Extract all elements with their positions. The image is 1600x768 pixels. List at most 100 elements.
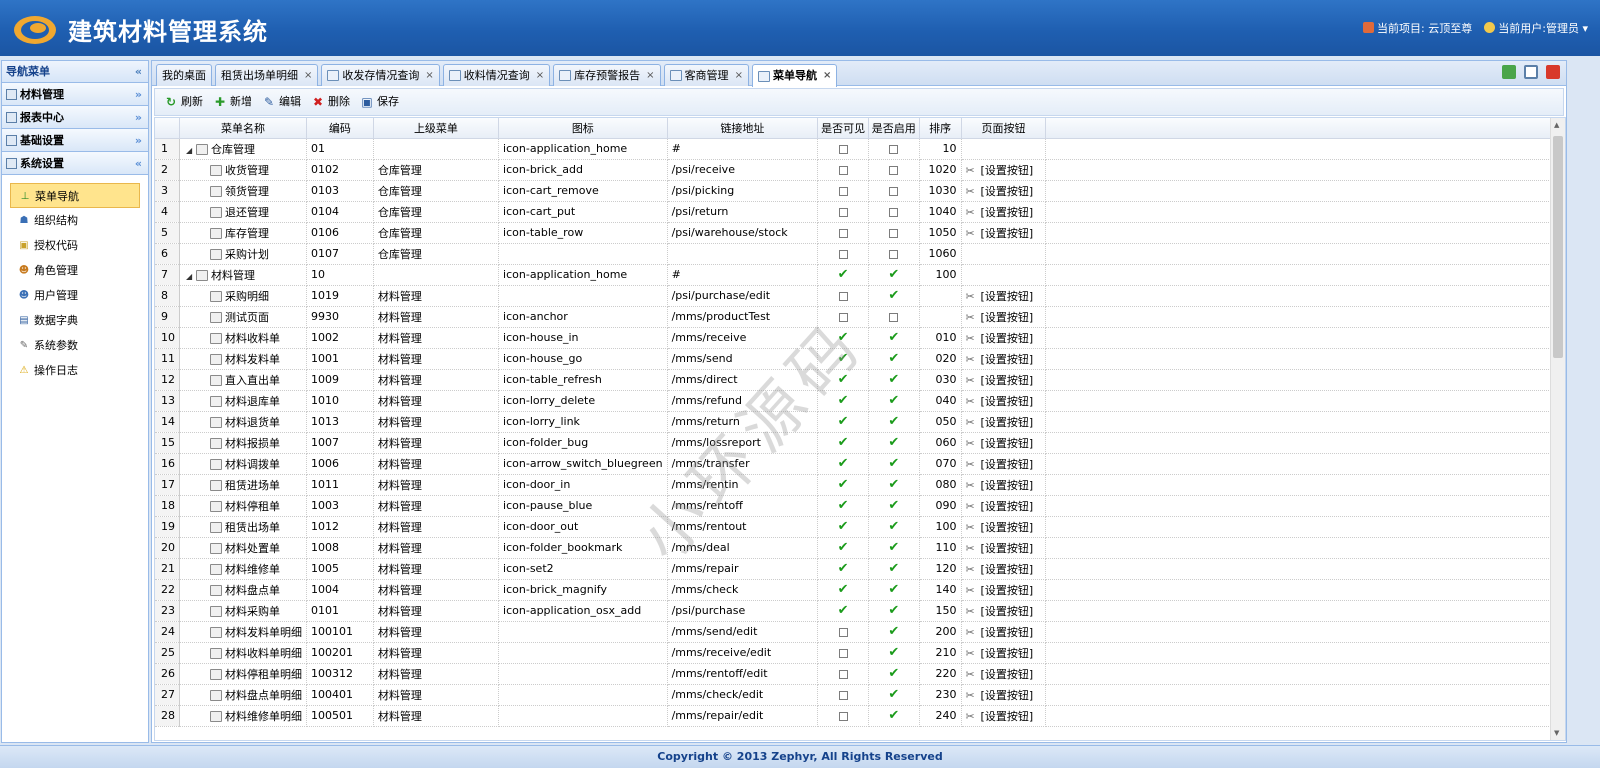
table-row[interactable]: 28 材料维修单明细 100501 材料管理/mms/repair/edit ✔ 240 ✂… — [155, 705, 1565, 727]
column-header[interactable]: 是否启用 — [868, 118, 920, 139]
visible-cell[interactable]: ✔ — [817, 390, 869, 412]
table-row[interactable]: 22 材料盘点单 1004 材料管理 icon-brick_magnify/mms/ch… — [155, 579, 1565, 601]
table-row[interactable]: 16 材料调拨单 1006 材料管理 icon-arrow_switch_bluegre… — [155, 453, 1565, 475]
column-header[interactable]: 图标 — [498, 118, 668, 139]
column-header[interactable]: 编码 — [306, 118, 374, 139]
visible-cell[interactable] — [817, 222, 869, 244]
enabled-cell[interactable] — [868, 222, 920, 244]
visible-cell[interactable]: ✔ — [817, 453, 869, 475]
visible-cell[interactable] — [817, 285, 869, 307]
sidebar-item[interactable]: ☻ 用户管理 — [10, 283, 140, 308]
table-row[interactable]: 8 采购明细 1019 材料管理/psi/purchase/edit ✔ ✂ [设置按钮] — [155, 285, 1565, 307]
visible-cell[interactable] — [817, 243, 869, 265]
table-row[interactable]: 14 材料退货单 1013 材料管理 icon-lorry_link/mms/retur… — [155, 411, 1565, 433]
table-row[interactable]: 10 材料收料单 1002 材料管理 icon-house_in/mms/receive… — [155, 327, 1565, 349]
visible-cell[interactable]: ✔ — [817, 579, 869, 601]
set-buttons-link[interactable]: ✂ [设置按钮] — [966, 416, 1034, 429]
scroll-up-icon[interactable]: ▲ — [1554, 121, 1559, 129]
tab[interactable]: 库存预警报告 × — [553, 64, 661, 86]
enabled-cell[interactable]: ✔ — [868, 558, 920, 580]
table-row[interactable]: 7 ◢ 材料管理 10 icon-application_home # ✔ ✔ 100 — [155, 264, 1565, 286]
sidebar-item[interactable]: ▤ 数据字典 — [10, 308, 140, 333]
enabled-cell[interactable]: ✔ — [868, 285, 920, 307]
enabled-cell[interactable] — [868, 243, 920, 265]
tree-expand-icon[interactable]: ◢ — [186, 146, 194, 155]
accordion-section[interactable]: 报表中心 » — [2, 106, 148, 129]
visible-cell[interactable] — [817, 642, 869, 664]
table-row[interactable]: 18 材料停租单 1003 材料管理 icon-pause_blue/mms/rento… — [155, 495, 1565, 517]
toolbar-button[interactable]: ✎ 编辑 — [259, 89, 304, 115]
column-header[interactable]: 菜单名称 — [179, 118, 307, 139]
set-buttons-link[interactable]: ✂ [设置按钮] — [966, 710, 1034, 723]
close-tab-icon[interactable]: × — [425, 66, 433, 86]
enabled-cell[interactable]: ✔ — [868, 621, 920, 643]
visible-cell[interactable] — [817, 306, 869, 328]
table-row[interactable]: 23 材料采购单 0101 材料管理 icon-application_osx_add /… — [155, 600, 1565, 622]
enabled-cell[interactable]: ✔ — [868, 432, 920, 454]
enabled-cell[interactable]: ✔ — [868, 537, 920, 559]
enabled-cell[interactable]: ✔ — [868, 474, 920, 496]
sidebar-item[interactable]: ☗ 组织结构 — [10, 208, 140, 233]
enabled-cell[interactable]: ✔ — [868, 600, 920, 622]
table-row[interactable]: 5 库存管理 0106 仓库管理 icon-table_row/psi/warehous… — [155, 222, 1565, 244]
sidebar-item[interactable]: ✎ 系统参数 — [10, 333, 140, 358]
visible-cell[interactable]: ✔ — [817, 327, 869, 349]
column-header[interactable]: 上级菜单 — [373, 118, 500, 139]
sidebar-item[interactable]: ▣ 授权代码 — [10, 233, 140, 258]
refresh-tab-icon[interactable] — [1502, 65, 1516, 79]
accordion-section[interactable]: 材料管理 » — [2, 83, 148, 106]
table-row[interactable]: 17 租赁进场单 1011 材料管理 icon-door_in/mms/rentin ✔ ✔… — [155, 474, 1565, 496]
set-buttons-link[interactable]: ✂ [设置按钮] — [966, 353, 1034, 366]
visible-cell[interactable] — [817, 159, 869, 181]
expand-icon[interactable]: » — [135, 106, 142, 129]
accordion-section[interactable]: 基础设置 » — [2, 129, 148, 152]
set-buttons-link[interactable]: ✂ [设置按钮] — [966, 185, 1034, 198]
enabled-cell[interactable]: ✔ — [868, 369, 920, 391]
table-row[interactable]: 4 退还管理 0104 仓库管理 icon-cart_put/psi/return 104… — [155, 201, 1565, 223]
enabled-cell[interactable] — [868, 138, 920, 160]
table-row[interactable]: 11 材料发料单 1001 材料管理 icon-house_go/mms/send ✔ ✔ 0… — [155, 348, 1565, 370]
enabled-cell[interactable]: ✔ — [868, 264, 920, 286]
visible-cell[interactable]: ✔ — [817, 495, 869, 517]
visible-cell[interactable]: ✔ — [817, 558, 869, 580]
toolbar-button[interactable]: ✖ 删除 — [308, 89, 353, 115]
set-buttons-link[interactable]: ✂ [设置按钮] — [966, 395, 1034, 408]
table-row[interactable]: 26 材料停租单明细 100312 材料管理/mms/rentoff/edit ✔ 220… — [155, 663, 1565, 685]
tree-expand-icon[interactable]: ◢ — [186, 272, 194, 281]
column-header[interactable]: 排序 — [919, 118, 962, 139]
tab[interactable]: 收发存情况查询 × — [321, 64, 440, 86]
table-row[interactable]: 3 领货管理 0103 仓库管理 icon-cart_remove/psi/pickin… — [155, 180, 1565, 202]
scroll-down-icon[interactable]: ▼ — [1554, 729, 1559, 737]
visible-cell[interactable]: ✔ — [817, 600, 869, 622]
tab[interactable]: 收料情况查询 × — [442, 64, 551, 86]
table-row[interactable]: 12 直入直出单 1009 材料管理 icon-table_refresh/mms/di… — [155, 369, 1565, 391]
visible-cell[interactable] — [817, 180, 869, 202]
enabled-cell[interactable]: ✔ — [868, 411, 920, 433]
enabled-cell[interactable]: ✔ — [868, 642, 920, 664]
fullscreen-icon[interactable] — [1524, 65, 1538, 79]
sidebar-item[interactable]: ⚠ 操作日志 — [10, 358, 140, 383]
enabled-cell[interactable] — [868, 159, 920, 181]
set-buttons-link[interactable]: ✂ [设置按钮] — [966, 290, 1034, 303]
table-row[interactable]: 13 材料退库单 1010 材料管理 icon-lorry_delete/mms/ref… — [155, 390, 1565, 412]
set-buttons-link[interactable]: ✂ [设置按钮] — [966, 521, 1034, 534]
set-buttons-link[interactable]: ✂ [设置按钮] — [966, 227, 1034, 240]
set-buttons-link[interactable]: ✂ [设置按钮] — [966, 563, 1034, 576]
visible-cell[interactable] — [817, 201, 869, 223]
table-row[interactable]: 24 材料发料单明细 100101 材料管理/mms/send/edit ✔ 200 ✂ [设… — [155, 621, 1565, 643]
tab[interactable]: 租赁出场单明细 × — [215, 64, 319, 86]
close-tab-icon[interactable]: × — [823, 66, 831, 86]
set-buttons-link[interactable]: ✂ [设置按钮] — [966, 479, 1034, 492]
enabled-cell[interactable]: ✔ — [868, 495, 920, 517]
tab[interactable]: 我的桌面 — [156, 64, 212, 86]
enabled-cell[interactable] — [868, 306, 920, 328]
sidebar-item[interactable]: ⊥ 菜单导航 — [10, 183, 140, 208]
toolbar-button[interactable]: ▣ 保存 — [357, 89, 402, 115]
table-row[interactable]: 6 采购计划 0107 仓库管理 1060 — [155, 243, 1565, 265]
close-all-icon[interactable] — [1546, 65, 1560, 79]
close-tab-icon[interactable]: × — [735, 66, 743, 86]
vertical-scrollbar[interactable]: ▲ ▼ — [1550, 118, 1565, 740]
visible-cell[interactable]: ✔ — [817, 411, 869, 433]
visible-cell[interactable] — [817, 138, 869, 160]
enabled-cell[interactable]: ✔ — [868, 663, 920, 685]
